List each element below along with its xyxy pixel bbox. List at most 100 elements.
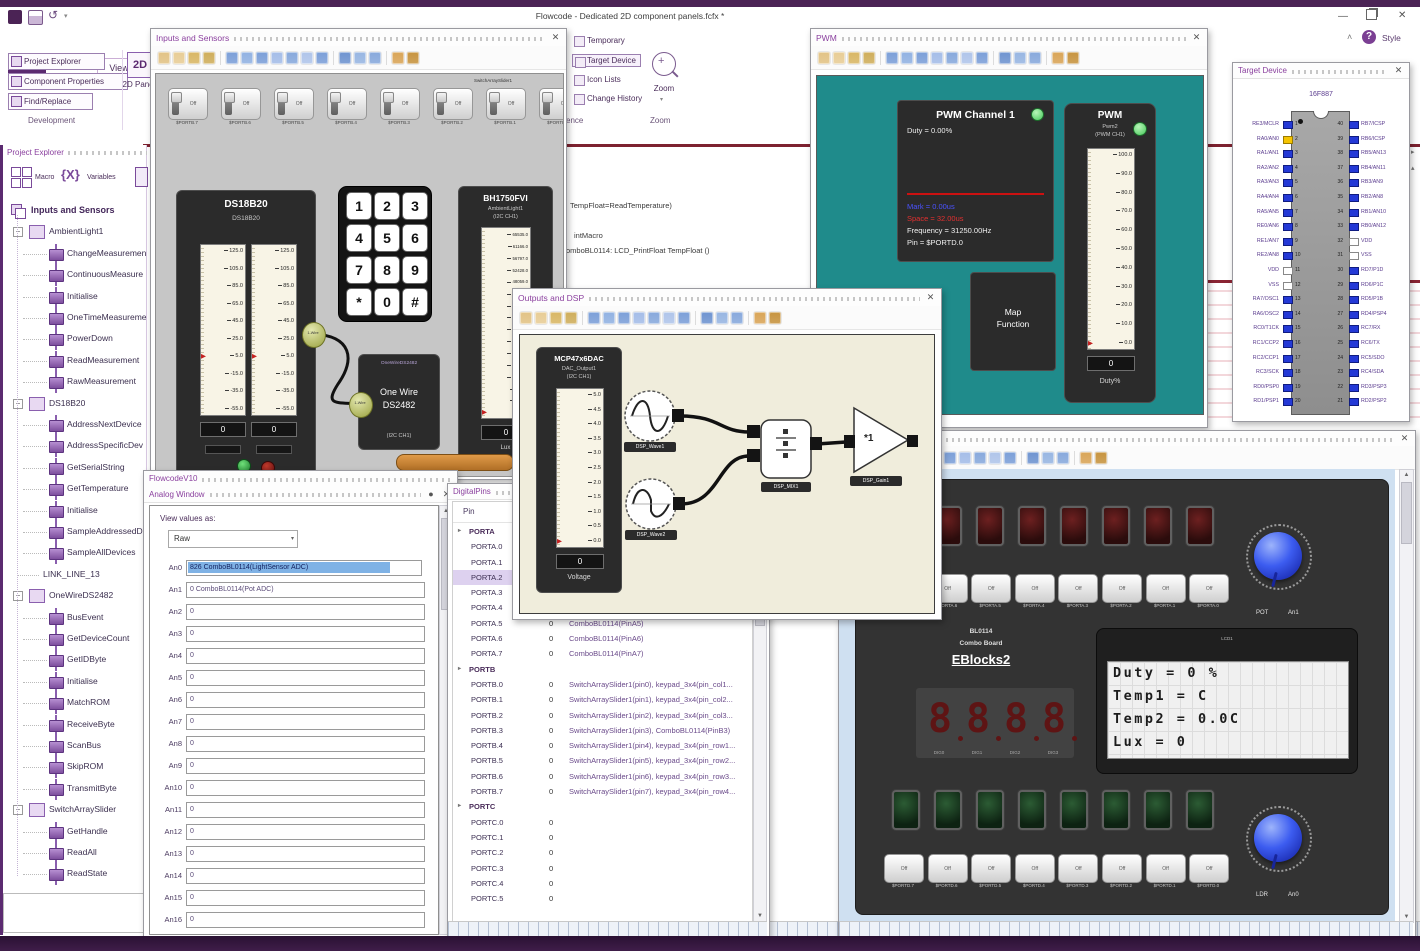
toolbar-icon[interactable] <box>407 51 419 64</box>
component-properties-button[interactable]: Component Properties <box>8 73 128 90</box>
switch-$PORTD.4[interactable]: Off <box>1014 854 1055 883</box>
toolbar-icon[interactable] <box>565 311 577 324</box>
digital-row-PORTB.4[interactable]: PORTB.4 0 SwitchArraySlider1(pin4), keypad… <box>453 738 752 753</box>
project-explorer-button[interactable]: Project Explorer <box>8 53 105 70</box>
pin-33[interactable] <box>1349 223 1359 232</box>
tree-item-ContinuousMeasure[interactable]: ContinuousMeasure <box>3 265 146 287</box>
toolbar-icon[interactable] <box>961 51 973 64</box>
close-icon[interactable]: ✕ <box>925 292 936 303</box>
toolbar-icon[interactable] <box>550 311 562 324</box>
tree-item-ReadMeasurement[interactable]: ReadMeasurement <box>3 350 146 372</box>
pin-36[interactable] <box>1349 179 1359 188</box>
analog-row-field[interactable]: 0 ComboBL0114(Pot ADC) <box>186 582 425 598</box>
app-logo-icon[interactable] <box>8 10 22 24</box>
keypad-key-8[interactable]: 8 <box>374 256 400 284</box>
toolbar-icon[interactable] <box>944 451 956 464</box>
titlebar-caret-icon[interactable]: ▾ <box>64 12 68 20</box>
analog-row-field[interactable]: 0 <box>186 890 425 906</box>
tree-item-GetHandle[interactable]: GetHandle <box>3 821 146 843</box>
minimize-button[interactable]: — <box>1338 11 1348 22</box>
undo-icon[interactable]: ↺ <box>48 8 58 22</box>
toolbar-icon[interactable] <box>946 51 958 64</box>
target-titlebar[interactable]: Target Device ✕ <box>1233 63 1409 79</box>
tree-item-ReadState[interactable]: ReadState <box>3 864 146 886</box>
pin-18[interactable] <box>1283 369 1293 378</box>
switch-$PORTD.6[interactable]: Off <box>927 854 968 883</box>
tree-item-ReceiveByte[interactable]: ReceiveByte <box>3 714 146 736</box>
analog-row-field[interactable]: 0 <box>186 868 425 884</box>
close-icon[interactable]: ✕ <box>1393 65 1404 76</box>
pin-17[interactable] <box>1283 354 1293 363</box>
toolbar-icon[interactable] <box>976 51 988 64</box>
pin-10[interactable] <box>1283 252 1293 261</box>
toolbar-icon[interactable] <box>1052 51 1064 64</box>
dsp-wave1-label[interactable]: DSP_Wave1 <box>624 442 676 452</box>
toolbar-icon[interactable] <box>633 311 645 324</box>
analog-row-field[interactable]: 0 <box>186 626 425 642</box>
analog-outer-titlebar[interactable]: FlowcodeV10 <box>144 471 457 487</box>
tree-item-GetSerialString[interactable]: GetSerialString <box>3 457 146 479</box>
pin-34[interactable] <box>1349 208 1359 217</box>
group-expander-icon[interactable]: ▸ <box>458 799 461 814</box>
pin-16[interactable] <box>1283 340 1293 348</box>
tree-item-MatchROM[interactable]: MatchROM <box>3 693 146 715</box>
toolbar-icon[interactable] <box>588 311 600 324</box>
pin-19[interactable] <box>1283 383 1293 392</box>
digital-row-PORTC.2[interactable]: PORTC.2 0 <box>453 845 752 860</box>
pin-22[interactable] <box>1349 383 1359 392</box>
toolbar-icon[interactable] <box>731 311 743 324</box>
main-scroll-up-icon[interactable]: ▴ <box>1411 164 1415 172</box>
pin-4[interactable] <box>1283 164 1293 173</box>
analog-row-field[interactable]: 0 <box>186 780 425 796</box>
tree-item-RawMeasurement[interactable]: RawMeasurement <box>3 372 146 394</box>
switch-$PORTD.3[interactable]: Off <box>1058 854 1099 883</box>
toolbar-icon[interactable] <box>754 311 766 324</box>
tree-item-PowerDown[interactable]: PowerDown <box>3 329 146 351</box>
toolbar-icon[interactable] <box>678 311 690 324</box>
macro-toolbar-icon[interactable] <box>11 167 32 188</box>
toolbar-icon[interactable] <box>603 311 615 324</box>
tree-item-SkipROM[interactable]: SkipROM <box>3 757 146 779</box>
keypad-key-3[interactable]: 3 <box>402 192 428 220</box>
toolbar-icon[interactable] <box>863 51 875 64</box>
toolbar-icon[interactable] <box>916 51 928 64</box>
switch-$PORTD.0[interactable]: Off <box>1189 854 1230 883</box>
tree-item-DS18B20[interactable]: − DS18B20 <box>3 394 146 415</box>
keypad-key-4[interactable]: 4 <box>346 224 372 252</box>
pin-5[interactable] <box>1283 179 1293 188</box>
toolbar-icon[interactable] <box>173 51 185 64</box>
pin-13[interactable] <box>1283 296 1293 305</box>
inputs-titlebar[interactable]: Inputs and Sensors ✕ <box>151 29 566 47</box>
toolbar-icon[interactable] <box>1014 51 1026 64</box>
toolbar-icon[interactable] <box>618 311 630 324</box>
view-toggle-target-device[interactable]: Target Device <box>572 54 641 68</box>
digital-group-PORTB[interactable]: ▸ PORTB <box>453 662 752 677</box>
tree-item-ChangeMeasuremen[interactable]: ChangeMeasuremen <box>3 243 146 265</box>
keypad-key-2[interactable]: 2 <box>374 192 400 220</box>
ribbon-collapse-icon[interactable]: ˄ <box>1347 32 1352 42</box>
analog-row-field[interactable]: 0 <box>186 670 425 686</box>
digital-row-PORTB.1[interactable]: PORTB.1 0 SwitchArraySlider1(pin1), keypad… <box>453 692 752 707</box>
analog-row-field[interactable]: 0 <box>186 648 425 664</box>
group-expander-icon[interactable]: ▸ <box>458 524 461 539</box>
switch-$PORTB.7[interactable]: Off <box>168 88 208 120</box>
toolbar-icon[interactable] <box>339 51 351 64</box>
switch-$PORTD.1[interactable]: Off <box>1145 854 1186 883</box>
toolbar-icon[interactable] <box>701 311 713 324</box>
find-replace-button[interactable]: Find/Replace <box>8 93 93 110</box>
close-button[interactable]: ✕ <box>1398 10 1406 21</box>
toolbar-icon[interactable] <box>974 451 986 464</box>
toolbar-icon[interactable] <box>848 51 860 64</box>
toolbar-icon[interactable] <box>1095 451 1107 464</box>
analog-row-field[interactable]: 0 <box>186 758 425 774</box>
pwm-titlebar[interactable]: PWM ✕ <box>811 29 1207 47</box>
switch-$PORTB.6[interactable]: Off <box>221 88 261 120</box>
pin-37[interactable] <box>1349 164 1359 173</box>
pin-24[interactable] <box>1349 354 1359 363</box>
analog-row-field[interactable]: 0 <box>186 736 425 752</box>
pin-11[interactable] <box>1283 267 1293 275</box>
close-icon[interactable]: ✕ <box>1191 32 1202 43</box>
toolbar-icon[interactable] <box>520 311 532 324</box>
keypad-key-0[interactable]: 0 <box>374 288 400 316</box>
toolbar-icon[interactable] <box>989 451 1001 464</box>
